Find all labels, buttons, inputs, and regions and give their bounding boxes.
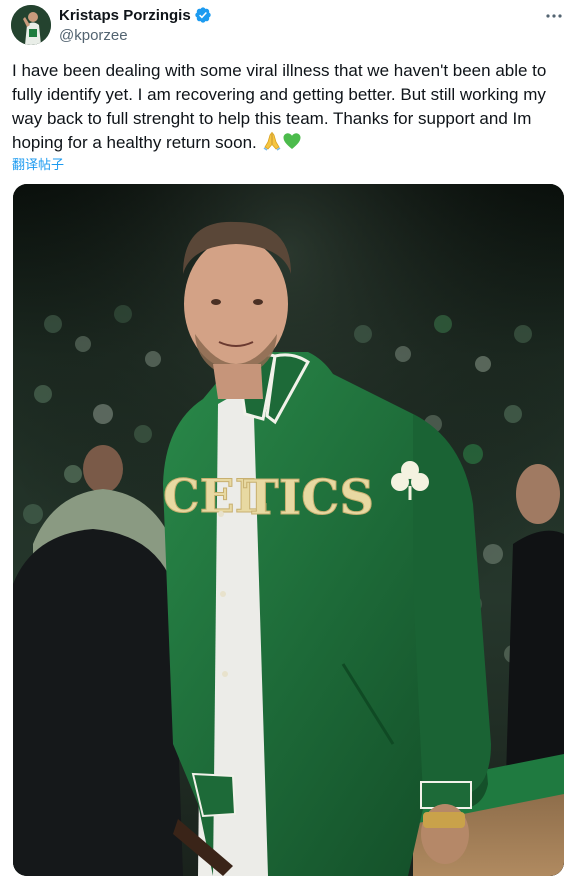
post-media-image[interactable]: CEL TICS xyxy=(13,184,564,876)
green-heart-emoji xyxy=(282,131,302,158)
jacket-lettering-right: TICS xyxy=(243,470,374,526)
translate-post-link[interactable]: 翻译帖子 xyxy=(12,156,64,173)
avatar[interactable] xyxy=(11,5,51,45)
verified-badge-icon[interactable] xyxy=(194,6,212,24)
folded-hands-emoji xyxy=(262,131,282,158)
user-handle[interactable]: @kporzee xyxy=(59,27,212,45)
tweet-card: Kristaps Porzingis @kporzee I have been … xyxy=(0,0,577,884)
name-row: Kristaps Porzingis xyxy=(59,5,212,25)
post-text: I have been dealing with some viral illn… xyxy=(12,59,560,158)
photo-player-in-celtics-jacket: CEL TICS xyxy=(13,184,564,876)
display-name[interactable]: Kristaps Porzingis xyxy=(59,7,191,24)
author-info: Kristaps Porzingis @kporzee xyxy=(59,5,212,45)
more-options-icon[interactable] xyxy=(542,6,566,26)
avatar-image xyxy=(11,5,51,45)
